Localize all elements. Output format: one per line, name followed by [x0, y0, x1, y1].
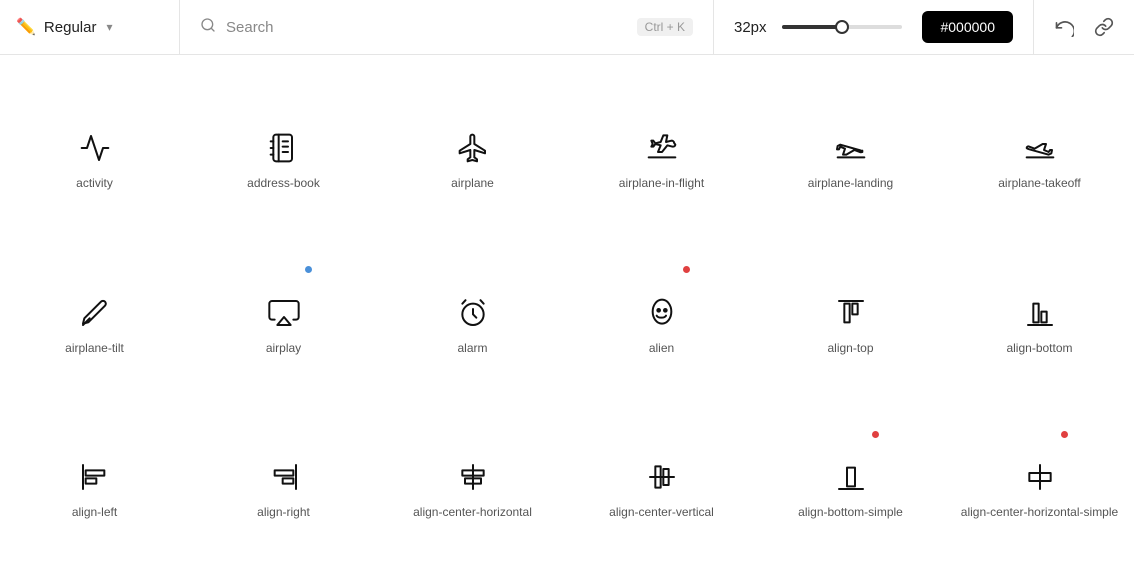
icon-cell-airplay[interactable]: airplay: [189, 239, 378, 403]
icon-label: alarm: [457, 341, 487, 357]
undo-button[interactable]: [1046, 11, 1082, 43]
icon-label: align-top: [827, 341, 873, 357]
icon-label: airplane-takeoff: [998, 176, 1081, 192]
airplane-icon: [457, 132, 489, 164]
color-button[interactable]: #000000: [922, 11, 1013, 43]
icon-label: airplane-tilt: [65, 341, 124, 357]
icon-cell-airplane-tilt[interactable]: airplane-tilt: [0, 239, 189, 403]
icon-cell-alarm[interactable]: alarm: [378, 239, 567, 403]
icon-cell-align-right[interactable]: align-right: [189, 404, 378, 568]
icon-label: airplane: [451, 176, 494, 192]
action-buttons: [1033, 0, 1134, 54]
alarm-icon: [457, 297, 489, 329]
address-book-icon: [268, 132, 300, 164]
align-center-vertical-icon: [646, 461, 678, 493]
size-slider[interactable]: [782, 25, 902, 29]
icon-grid: activity address-book airplane: [0, 55, 1134, 588]
link-button[interactable]: [1086, 11, 1122, 43]
align-bottom-icon: [1024, 297, 1056, 329]
icon-cell-airplane[interactable]: airplane: [378, 75, 567, 239]
airplane-tilt-icon: [79, 297, 111, 329]
align-center-horizontal-icon: [457, 461, 489, 493]
icon-cell-align-bottom-simple[interactable]: align-bottom-simple: [756, 404, 945, 568]
size-control: 32px #000000: [713, 0, 1033, 54]
icon-cell-align-left[interactable]: align-left: [0, 404, 189, 568]
airplane-landing-icon: [835, 132, 867, 164]
icon-cell-airplane-landing[interactable]: airplane-landing: [756, 75, 945, 239]
icon-label: activity: [76, 176, 113, 192]
icon-cell-alien[interactable]: alien: [567, 239, 756, 403]
icon-label: align-center-horizontal: [413, 505, 532, 521]
search-placeholder: Search: [226, 19, 627, 36]
align-bottom-simple-badge: [872, 431, 879, 438]
icon-label: align-bottom: [1006, 341, 1072, 357]
align-center-horizontal-simple-badge: [1061, 431, 1068, 438]
icon-label: align-center-horizontal-simple: [961, 505, 1118, 521]
icon-cell-address-book[interactable]: address-book: [189, 75, 378, 239]
alien-badge: [683, 266, 690, 273]
airplane-takeoff-icon: [1024, 132, 1056, 164]
alien-icon: [646, 297, 678, 329]
edit-icon: ✏️: [16, 17, 36, 37]
icon-cell-align-bottom[interactable]: align-bottom: [945, 239, 1134, 403]
icon-cell-airplane-in-flight[interactable]: airplane-in-flight: [567, 75, 756, 239]
icon-label: align-left: [72, 505, 117, 521]
align-right-icon: [268, 461, 300, 493]
icon-cell-align-center-horizontal[interactable]: align-center-horizontal: [378, 404, 567, 568]
slider-fill: [782, 25, 842, 29]
align-top-icon: [835, 297, 867, 329]
icon-cell-activity[interactable]: activity: [0, 75, 189, 239]
icon-cell-airplane-takeoff[interactable]: airplane-takeoff: [945, 75, 1134, 239]
icon-cell-align-center-horizontal-simple[interactable]: align-center-horizontal-simple: [945, 404, 1134, 568]
header: ✏️ Regular ▾ Search Ctrl + K 32px #00000…: [0, 0, 1134, 55]
chevron-down-icon: ▾: [106, 20, 112, 34]
search-bar[interactable]: Search Ctrl + K: [180, 0, 713, 54]
icon-label: address-book: [247, 176, 320, 192]
airplane-in-flight-icon: [646, 132, 678, 164]
icon-label: align-bottom-simple: [798, 505, 903, 521]
style-selector[interactable]: ✏️ Regular ▾: [0, 0, 180, 54]
icon-label: align-right: [257, 505, 310, 521]
style-label: Regular: [44, 19, 97, 36]
icon-cell-align-center-vertical[interactable]: align-center-vertical: [567, 404, 756, 568]
activity-icon: [79, 132, 111, 164]
airplay-icon: [268, 297, 300, 329]
align-left-icon: [79, 461, 111, 493]
icon-label: airplay: [266, 341, 301, 357]
icon-cell-align-top[interactable]: align-top: [756, 239, 945, 403]
align-center-horizontal-simple-icon: [1024, 461, 1056, 493]
keyboard-shortcut: Ctrl + K: [637, 18, 693, 36]
icon-label: alien: [649, 341, 674, 357]
search-icon: [200, 17, 216, 38]
icon-label: align-center-vertical: [609, 505, 714, 521]
size-value: 32px: [734, 19, 770, 36]
icon-label: airplane-in-flight: [619, 176, 704, 192]
align-bottom-simple-icon: [835, 461, 867, 493]
airplay-badge: [305, 266, 312, 273]
icon-label: airplane-landing: [808, 176, 893, 192]
slider-thumb[interactable]: [835, 20, 849, 34]
